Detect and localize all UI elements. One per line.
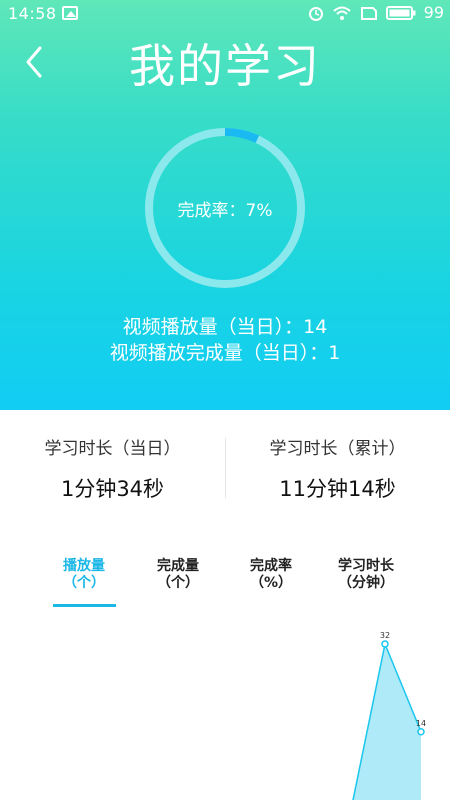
sim-icon — [360, 6, 377, 20]
tab-completion-rate-title: 完成率 — [250, 558, 292, 574]
study-time-today: 学习时长（当日） 1分钟34秒 — [0, 434, 225, 503]
plays-chart: 32 14 — [352, 631, 426, 800]
tab-study-duration-unit: （分钟） — [338, 575, 394, 591]
chart-data-label: 32 — [380, 631, 390, 640]
battery-level: 99 — [423, 3, 444, 22]
tab-completion-rate[interactable]: 完成率 （%） — [226, 558, 316, 592]
status-time: 14:58 — [8, 4, 57, 23]
study-time-today-label: 学习时长（当日） — [44, 439, 181, 459]
completion-ring: 完成率：7% — [141, 124, 309, 292]
active-tab-indicator — [53, 604, 116, 607]
tab-study-duration-title: 学习时长 — [338, 558, 394, 574]
status-bar: 14:58 99 — [0, 0, 450, 28]
tab-completed[interactable]: 完成量 （个） — [133, 558, 223, 592]
plays-today-text: 视频播放量（当日）：14 — [122, 316, 328, 338]
tab-completed-unit: （个） — [157, 575, 199, 591]
chart-point — [417, 728, 425, 736]
chart-tabs: 播放量 （个） 完成量 （个） 完成率 （%） 学习时长 （分钟） — [0, 558, 450, 614]
image-icon — [62, 6, 78, 20]
tab-plays-unit: （个） — [63, 575, 105, 591]
completed-today-text: 视频播放完成量（当日）：1 — [109, 342, 341, 364]
status-icons: 99 — [308, 3, 444, 22]
tab-plays-title: 播放量 — [63, 558, 105, 574]
completion-rate-label: 完成率：7% — [177, 201, 273, 221]
tab-study-duration[interactable]: 学习时长 （分钟） — [321, 558, 411, 592]
tab-plays[interactable]: 播放量 （个） — [39, 558, 129, 592]
study-time-total: 学习时长（累计） 11分钟14秒 — [225, 434, 450, 503]
chart-point — [381, 640, 389, 648]
chart-data-label: 14 — [416, 719, 426, 728]
alarm-icon — [308, 6, 323, 21]
study-time-stats: 学习时长（当日） 1分钟34秒 学习时长（累计） 11分钟14秒 — [0, 410, 450, 520]
page-title: 我的学习 — [129, 39, 321, 93]
chart-area-fill — [353, 644, 421, 800]
battery-icon — [385, 5, 416, 20]
tab-completion-rate-unit: （%） — [249, 575, 293, 591]
tab-completed-title: 完成量 — [157, 558, 199, 574]
study-time-total-value: 11分钟14秒 — [279, 477, 396, 501]
wifi-icon — [332, 6, 351, 20]
study-time-total-label: 学习时长（累计） — [269, 439, 406, 459]
study-time-today-value: 1分钟34秒 — [60, 477, 165, 501]
